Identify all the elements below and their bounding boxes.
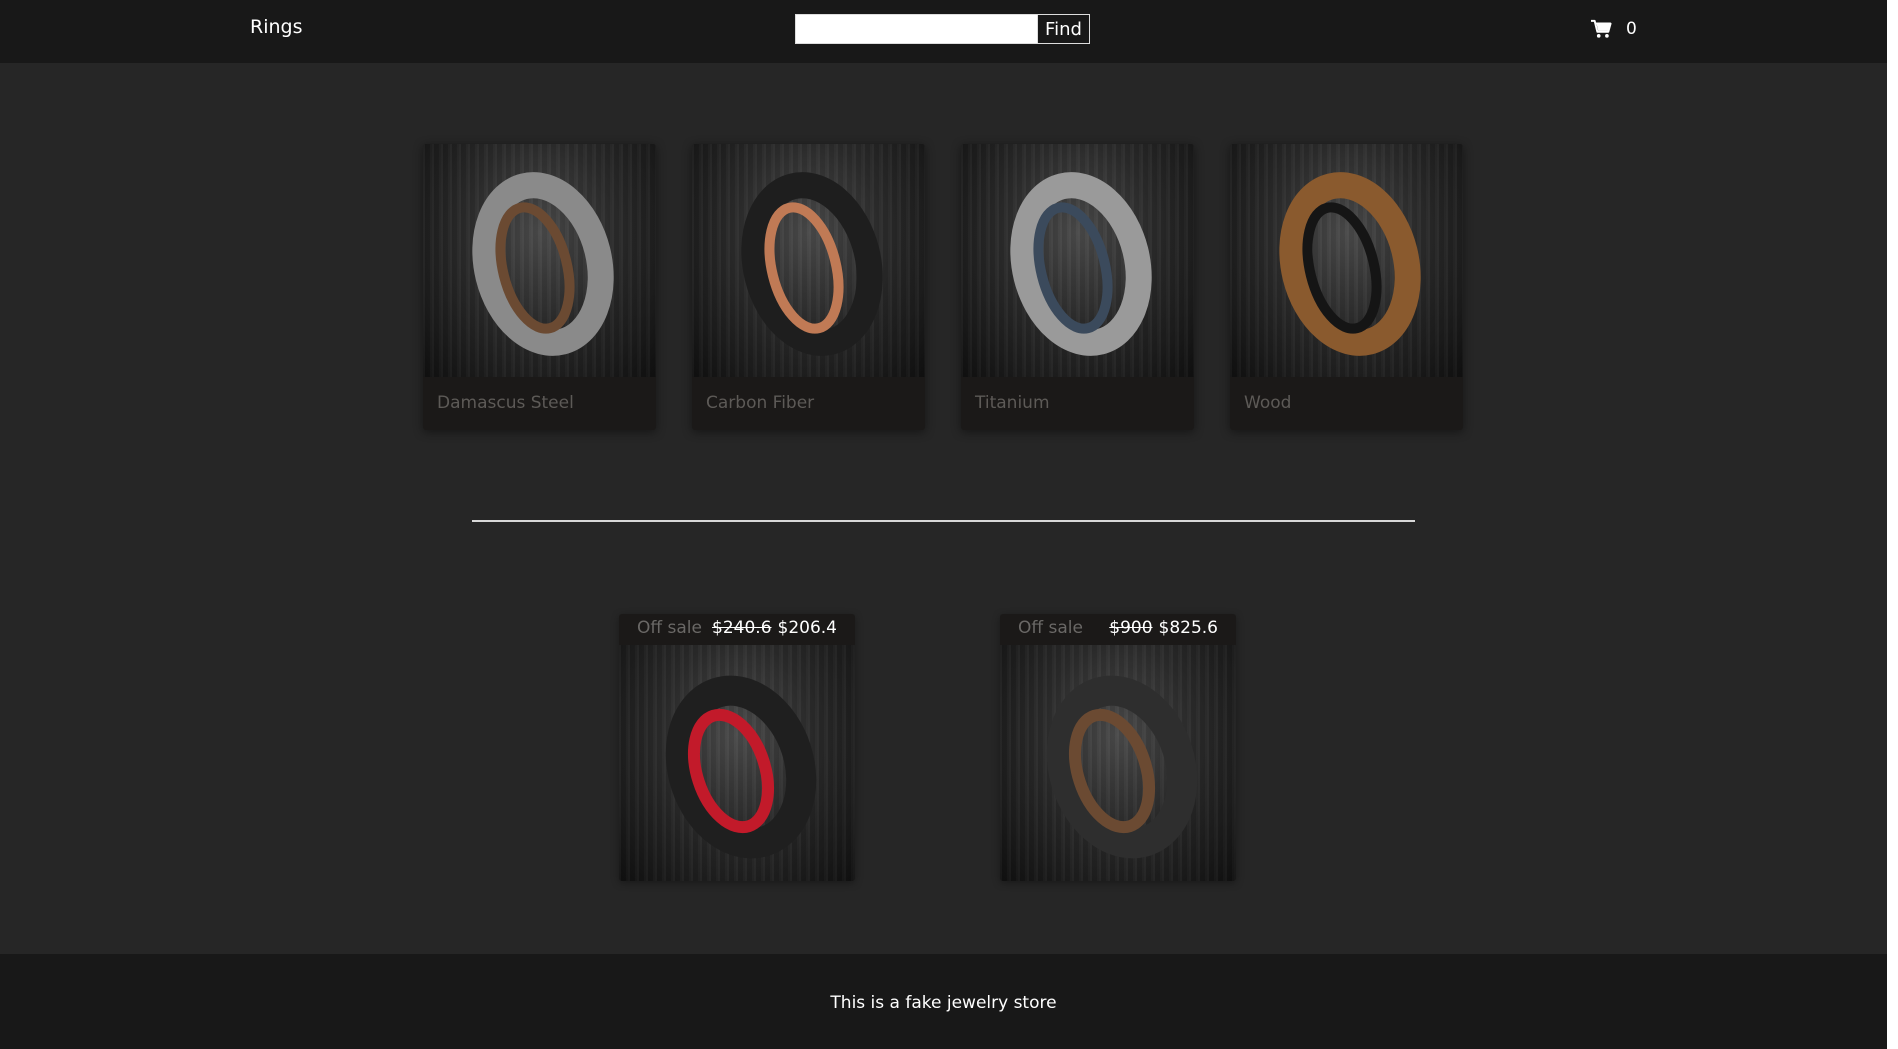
ring-image: [741, 172, 883, 356]
category-image: [692, 144, 925, 377]
top-navbar: Rings Find 0: [0, 0, 1887, 63]
product-image: [619, 645, 855, 881]
product-card[interactable]: Off sale $240.6 $206.4: [619, 614, 855, 881]
old-price: $900: [1109, 618, 1153, 638]
search-input[interactable]: [796, 15, 1037, 43]
brand-link[interactable]: Rings: [250, 16, 302, 38]
cart-icon: [1590, 19, 1612, 39]
category-image: [423, 144, 656, 377]
price: $900 $825.6: [1109, 618, 1218, 638]
category-label: Wood: [1244, 393, 1292, 413]
sale-label: Off sale: [1018, 618, 1083, 638]
new-price: $825.6: [1158, 618, 1218, 638]
old-price: $240.6: [712, 618, 772, 638]
ring-image: [1279, 172, 1421, 356]
ring-image: [1010, 172, 1152, 356]
category-image: [1230, 144, 1463, 377]
find-button[interactable]: Find: [1037, 15, 1089, 43]
category-card-titanium[interactable]: Titanium: [961, 144, 1194, 430]
category-card-wood[interactable]: Wood: [1230, 144, 1463, 430]
footer: This is a fake jewelry store: [0, 954, 1887, 1049]
category-label: Damascus Steel: [437, 393, 574, 413]
category-image: [961, 144, 1194, 377]
ring-image: [1046, 675, 1198, 859]
sale-label: Off sale: [637, 618, 702, 638]
cart-count: 0: [1626, 19, 1637, 39]
cart-button[interactable]: 0: [1590, 14, 1637, 44]
search-bar: Find: [795, 14, 1090, 44]
product-card[interactable]: Off sale $900 $825.6: [1000, 614, 1236, 881]
category-card-damascus-steel[interactable]: Damascus Steel: [423, 144, 656, 430]
product-image: [1000, 645, 1236, 881]
footer-text: This is a fake jewelry store: [830, 993, 1057, 1013]
category-label: Titanium: [975, 393, 1050, 413]
section-divider: [472, 520, 1415, 522]
category-card-carbon-fiber[interactable]: Carbon Fiber: [692, 144, 925, 430]
price: $240.6 $206.4: [712, 618, 837, 638]
ring-image: [472, 172, 614, 356]
new-price: $206.4: [777, 618, 837, 638]
ring-image: [665, 675, 817, 859]
app-root: Rings Find 0 Damascus Steel Carbon Fiber…: [0, 0, 1887, 1049]
category-label: Carbon Fiber: [706, 393, 815, 413]
